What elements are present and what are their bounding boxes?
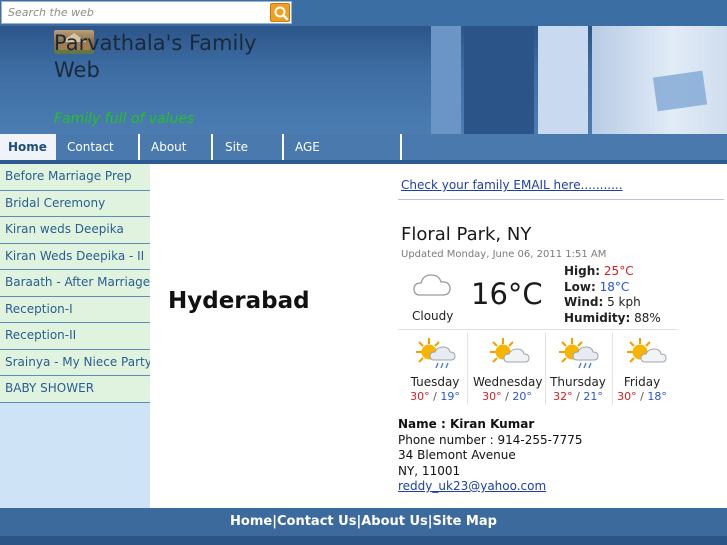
sidebar-item-baby-shower[interactable]: BABY SHOWER [0,376,150,403]
weather-low-label: Low: [564,279,596,294]
forecast-day: Friday 30° / 18° [610,333,674,405]
forecast-high: 30° [617,390,637,403]
top-bar [0,0,727,26]
forecast-low: 21° [583,390,603,403]
weather-low: 18°C [599,279,630,294]
forecast-high: 30° [482,390,502,403]
footer-base-bar [0,536,727,545]
sidebar-item-kiran-weds-deepika[interactable]: Kiran weds Deepika [0,217,150,244]
contact-address-line1: 34 Blemont Avenue [398,448,516,462]
search-button[interactable] [270,3,290,22]
banner-panel [538,26,588,134]
weather-details: High: 25°C Low: 18°C Wind: 5 kph Humidit… [564,264,661,326]
forecast-low: 18° [647,390,667,403]
forecast-day-name: Thursday [550,375,606,389]
search-input[interactable] [2,2,268,23]
weather-high-row: High: 25°C [564,264,661,280]
contact-phone: Phone number : 914-255-7775 [398,432,583,447]
city-heading: Hyderabad [168,288,310,313]
sun-cloud-icon [485,335,533,375]
sun-cloud-icon [622,335,670,375]
nav-home[interactable]: Home [0,134,56,160]
forecast-day: Wednesday 30° / 20° [473,333,543,405]
weather-humidity-row: Humidity: 88% [564,311,661,327]
forecast-temps: 30° / 18° [610,390,674,403]
weather-high: 25°C [603,264,634,278]
weather-humidity-label: Humidity: [564,310,631,325]
forecast-temps: 30° / 19° [403,390,467,403]
divider [398,199,724,200]
cloud-icon [412,270,452,304]
weather-temperature: 16°C [471,277,543,311]
contact-name: Name : Kiran Kumar [398,417,535,431]
forecast-separator: / [640,390,644,403]
footer-link-about-us[interactable]: About Us [361,514,428,529]
site-title: Parvathala's Family Web [54,31,257,82]
sidebar-item-kiran-weds-deepika-ii[interactable]: Kiran Weds Deepika - II [0,243,150,270]
forecast-temps: 32° / 21° [546,390,610,403]
footer-nav: Home|Contact Us|About Us|Site Map [0,508,727,536]
forecast-day: Thursday 32° / 21° [546,333,610,405]
forecast-high: 32° [553,390,573,403]
sidebar-item-srainya[interactable]: Srainya - My Niece Party [0,349,150,376]
family-email-link[interactable]: Check your family EMAIL here........... [401,178,623,192]
banner-panel [464,26,534,134]
forecast-day: Tuesday 30° / 19° [403,333,467,405]
sidebar: Before Marriage Prep Bridal Ceremony Kir… [0,164,150,508]
sidebar-item-bridal-ceremony[interactable]: Bridal Ceremony [0,190,150,217]
sun-cloud-rain-icon [554,335,602,375]
weather-wind-row: Wind: 5 kph [564,295,661,311]
contact-email-link[interactable]: reddy_uk23@yahoo.com [398,479,583,495]
banner-cards-image [652,70,708,112]
nav-about-us[interactable]: About Us [143,134,213,180]
sidebar-item-reception-ii[interactable]: Reception-II [0,323,150,350]
contact-info: Name : Kiran Kumar Phone number : 914-25… [398,417,583,495]
forecast-day-name: Wednesday [473,375,543,389]
weather-low-row: Low: 18°C [564,280,661,296]
sidebar-item-reception-i[interactable]: Reception-I [0,296,150,323]
footer-link-site-map[interactable]: Site Map [433,514,497,529]
nav-contact-us[interactable]: Contact Us [59,134,140,180]
forecast-low: 20° [512,390,532,403]
weather-updated: Updated Monday, June 06, 2011 1:51 AM [401,249,607,260]
sidebar-item-baraath[interactable]: Baraath - After Marriage [0,270,150,297]
site-tagline: Family full of values [54,111,195,127]
weather-humidity: 88% [634,310,661,325]
forecast-day-name: Tuesday [410,375,460,389]
forecast-separator: / [576,390,580,403]
sidebar-item-before-marriage-prep[interactable]: Before Marriage Prep [0,164,150,191]
search-box [1,1,292,24]
nav-age-calculator[interactable]: AGE CALCULATOR [287,134,402,180]
nav-site-map[interactable]: Site Map [217,134,284,180]
weather-wind-label: Wind: [564,295,604,309]
forecast-day-name: Friday [623,375,661,389]
forecast-separator: / [433,390,437,403]
weather-high-label: High: [564,264,601,278]
divider [398,329,678,330]
contact-address-line2: NY, 11001 [398,463,461,478]
weather-wind: 5 kph [607,295,641,309]
main-nav: Home Contact Us About Us Site Map AGE CA… [0,134,727,180]
footer-link-contact-us[interactable]: Contact Us [277,514,356,529]
weather-location: Floral Park, NY [401,224,532,245]
search-icon [274,6,289,21]
forecast-divider [467,333,468,405]
weather-condition: Cloudy [412,309,454,323]
forecast-low: 19° [440,390,460,403]
forecast-separator: / [505,390,509,403]
forecast-temps: 30° / 20° [473,390,541,403]
banner-panel [431,26,461,134]
footer-link-home[interactable]: Home [230,514,272,529]
sun-cloud-rain-icon [411,335,459,375]
forecast-high: 30° [410,390,430,403]
